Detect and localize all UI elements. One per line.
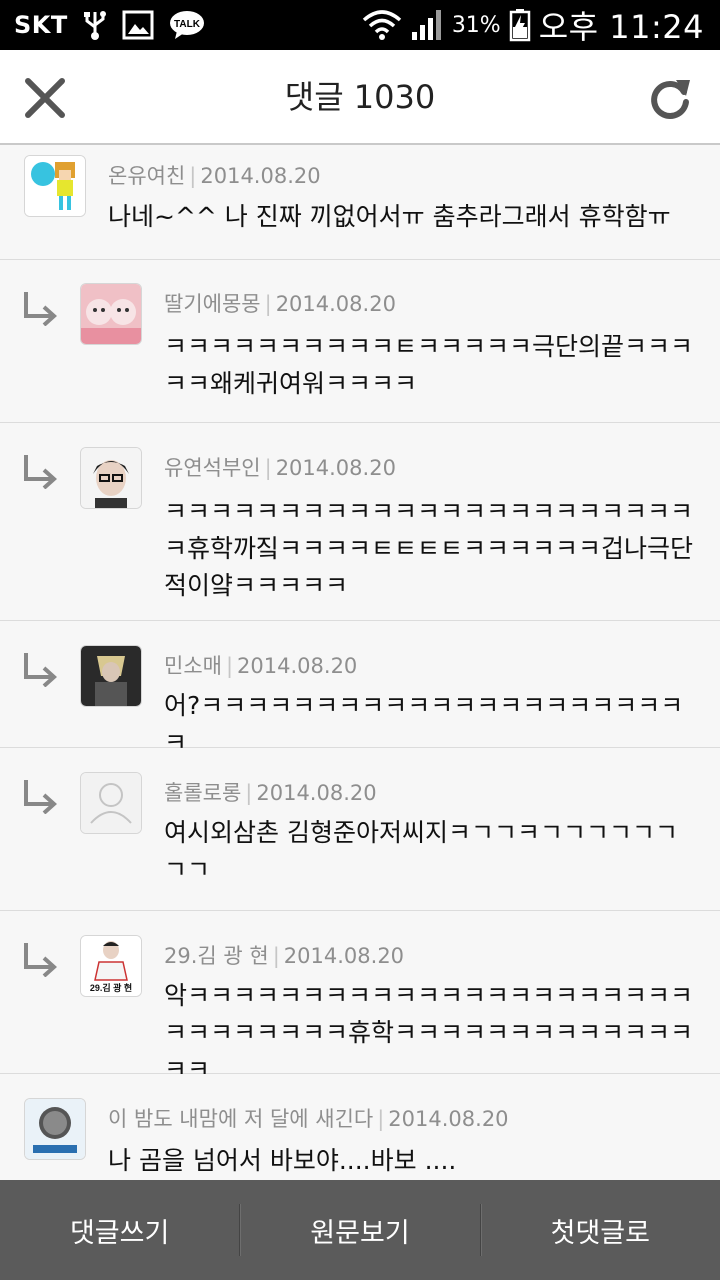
comment-author[interactable]: 유연석부인: [164, 456, 261, 480]
comment-item[interactable]: 온유여친 | 2014.08.20 나네~^^ 나 진짜 끼없어서ㅠ 춤추라그래서 …: [0, 145, 720, 260]
reply-arrow-icon: [24, 780, 57, 814]
usb-icon: [82, 9, 108, 41]
avatar[interactable]: [24, 155, 86, 217]
comment-text: ㅋㅋㅋㅋㅋㅋㅋㅋㅋㅋㅌㅋㅋㅋㅋㅋ극단의끝ㅋㅋㅋㅋㅋ왜케귀여워ㅋㅋㅋㅋ: [164, 332, 694, 398]
talk-icon: TALK: [168, 9, 206, 41]
comment-list[interactable]: 온유여친 | 2014.08.20 나네~^^ 나 진짜 끼없어서ㅠ 춤추라그래서 …: [0, 145, 720, 1180]
comment-text: 악ㅋㅋㅋㅋㅋㅋㅋㅋㅋㅋㅋㅋㅋㅋㅋㅋㅋㅋㅋㅋㅋㅋㅋㅋㅋㅋㅋㅋㅋㅋ휴학ㅋㅋㅋㅋㅋㅋㅋ…: [164, 981, 694, 1084]
comment-meta: 29.김 광 현 | 2014.08.20: [164, 940, 404, 970]
view-original-button[interactable]: 원문보기: [240, 1180, 479, 1280]
comment-text: ㅋㅋㅋㅋㅋㅋㅋㅋㅋㅋㅋㅋㅋㅋㅋㅋㅋㅋㅋㅋㅋㅋㅋㅋ휴학까짘ㅋㅋㅋㅋㅌㅌㅌㅌㅋㅋㅋㅋ…: [164, 497, 694, 600]
comment-date: 2014.08.20: [275, 456, 396, 480]
status-bar: SKT TALK 31% 오후 11:24: [0, 0, 720, 50]
comment-author[interactable]: 온유여친: [108, 164, 185, 188]
avatar[interactable]: [24, 1098, 86, 1160]
clock: 오후 11:24: [538, 8, 704, 46]
meta-separator: |: [377, 1107, 385, 1131]
comment-date: 2014.08.20: [200, 164, 321, 188]
comment-meta: 이 밤도 내맘에 저 달에 새긴다 | 2014.08.20: [108, 1103, 509, 1133]
battery-percent: 31%: [451, 12, 501, 38]
comment-item[interactable]: 이 밤도 내맘에 저 달에 새긴다 | 2014.08.20 나 곰을 넘어서 바보…: [0, 1074, 720, 1180]
reply-arrow-icon: [24, 653, 57, 687]
comment-date: 2014.08.20: [237, 654, 358, 678]
comment-meta: 홀롤로롱 | 2014.08.20: [164, 777, 377, 807]
meta-separator: |: [264, 292, 272, 316]
comment-meta: 유연석부인 | 2014.08.20: [164, 452, 396, 482]
refresh-button[interactable]: [646, 74, 694, 122]
signal-icon: [410, 8, 444, 42]
comment-author[interactable]: 홀롤로롱: [164, 781, 241, 805]
refresh-icon: [651, 80, 690, 119]
meta-separator: |: [225, 654, 234, 678]
comment-item[interactable]: 유연석부인 | 2014.08.20 ㅋㅋㅋㅋㅋㅋㅋㅋㅋㅋㅋㅋㅋㅋㅋㅋㅋㅋㅋㅋㅋㅋㅋ…: [0, 423, 720, 621]
comment-date: 2014.08.20: [283, 944, 405, 968]
comment-meta: 민소매 | 2014.08.20: [164, 650, 357, 680]
user-placeholder-icon: [81, 773, 141, 833]
write-comment-button[interactable]: 댓글쓰기: [0, 1180, 239, 1280]
comment-item[interactable]: 딸기에몽몽 | 2014.08.20 ㅋㅋㅋㅋㅋㅋㅋㅋㅋㅋㅌㅋㅋㅋㅋㅋ극단의끝ㅋㅋㅋ…: [0, 260, 720, 423]
avatar[interactable]: [80, 645, 142, 707]
reply-arrow-icon: [24, 943, 57, 977]
avatar[interactable]: [80, 283, 142, 345]
app-header: 댓글 1030: [0, 50, 720, 145]
meta-separator: |: [245, 781, 253, 805]
page-title: 댓글 1030: [284, 78, 436, 116]
comment-author[interactable]: 이 밤도 내맘에 저 달에 새긴다: [108, 1107, 373, 1131]
comment-date: 2014.08.20: [256, 781, 377, 805]
comment-text: 나 곰을 넘어서 바보야....바보 ....: [108, 1146, 457, 1175]
bottom-action-bar: 댓글쓰기 원문보기 첫댓글로: [0, 1180, 720, 1280]
comment-text: 여시외삼촌 김형준아저씨지ㅋㄱㄱㅋㄱㄱㄱㄱㄱㄱ ㄱㄱ: [164, 818, 678, 884]
comment-item[interactable]: 홀롤로롱 | 2014.08.20 여시외삼촌 김형준아저씨지ㅋㄱㄱㅋㄱㄱㄱㄱㄱㄱ …: [0, 748, 720, 911]
wifi-icon: [362, 8, 402, 42]
carrier-label: SKT: [14, 11, 68, 39]
avatar-caption: 29.김 광 현: [90, 982, 132, 993]
reply-arrow-icon: [24, 292, 57, 326]
talk-badge-text: TALK: [174, 19, 201, 30]
meta-separator: |: [272, 944, 280, 968]
comment-author[interactable]: 딸기에몽몽: [164, 292, 261, 316]
image-icon: [122, 10, 154, 40]
comment-date: 2014.08.20: [275, 292, 396, 316]
first-comment-button[interactable]: 첫댓글로: [481, 1180, 720, 1280]
comment-item[interactable]: 29.김 광 현 29.김 광 현 | 2014.08.20 악ㅋㅋㅋㅋㅋㅋㅋㅋㅋㅋ…: [0, 911, 720, 1084]
meta-separator: |: [189, 164, 197, 188]
reply-arrow-icon: [24, 455, 57, 489]
comment-author[interactable]: 29.김 광 현: [164, 944, 269, 968]
comment-author[interactable]: 민소매: [164, 654, 222, 678]
comment-item[interactable]: 민소매 | 2014.08.20 어?ㅋㅋㅋㅋㅋㅋㅋㅋㅋㅋㅋㅋㅋㅋㅋㅋㅋㅋㅋㅋㅋㅋ: [0, 621, 720, 757]
comment-meta: 온유여친 | 2014.08.20: [108, 160, 321, 190]
comment-text: 나네~^^ 나 진짜 끼없어서ㅠ 춤추라그래서 휴학함ㅠ: [108, 202, 671, 231]
meta-separator: |: [264, 456, 272, 480]
comment-meta: 딸기에몽몽 | 2014.08.20: [164, 288, 396, 318]
default-avatar[interactable]: [80, 772, 142, 834]
battery-icon: [509, 8, 531, 42]
comment-date: 2014.08.20: [388, 1107, 509, 1131]
avatar[interactable]: 29.김 광 현: [80, 935, 142, 997]
avatar[interactable]: [80, 447, 142, 509]
